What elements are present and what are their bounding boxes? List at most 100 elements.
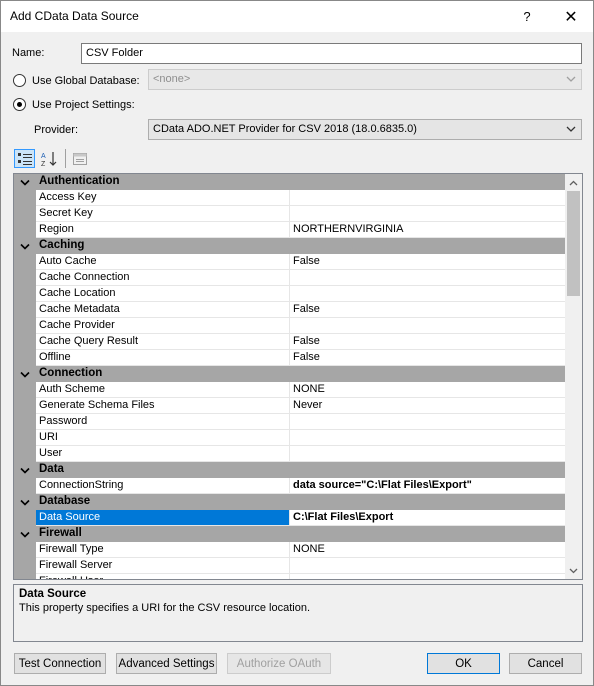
property-row[interactable]: Cache Location bbox=[14, 286, 565, 302]
collapse-toggle[interactable] bbox=[14, 238, 36, 254]
property-name[interactable]: Offline bbox=[36, 350, 290, 366]
collapse-toggle[interactable] bbox=[14, 366, 36, 382]
property-name[interactable]: URI bbox=[36, 430, 290, 446]
property-row[interactable]: Cache Provider bbox=[14, 318, 565, 334]
row-gutter bbox=[14, 398, 36, 414]
category-row[interactable]: Connection bbox=[14, 366, 565, 382]
cancel-button[interactable]: Cancel bbox=[509, 653, 582, 674]
property-value[interactable] bbox=[290, 558, 565, 574]
property-value[interactable] bbox=[290, 318, 565, 334]
property-name[interactable]: Firewall User bbox=[36, 574, 290, 579]
ok-button[interactable]: OK bbox=[427, 653, 500, 674]
collapse-toggle[interactable] bbox=[14, 494, 36, 510]
use-project-settings-radio[interactable] bbox=[13, 98, 26, 111]
property-row[interactable]: ConnectionString data source="C:\Flat Fil… bbox=[14, 478, 565, 494]
property-row[interactable]: Secret Key bbox=[14, 206, 565, 222]
property-row[interactable]: User bbox=[14, 446, 565, 462]
collapse-toggle[interactable] bbox=[14, 462, 36, 478]
vertical-scrollbar[interactable] bbox=[565, 174, 582, 579]
scroll-up-button[interactable] bbox=[565, 174, 582, 191]
collapse-toggle[interactable] bbox=[14, 526, 36, 542]
property-row[interactable]: Auth Scheme NONE bbox=[14, 382, 565, 398]
help-icon: ? bbox=[523, 9, 531, 24]
category-name: Database bbox=[39, 495, 91, 507]
property-value[interactable]: False bbox=[290, 334, 565, 350]
property-name[interactable]: Firewall Server bbox=[36, 558, 290, 574]
property-value[interactable] bbox=[290, 286, 565, 302]
property-value[interactable]: NORTHERNVIRGINIA bbox=[290, 222, 565, 238]
property-row[interactable]: Data Source C:\Flat Files\Export bbox=[14, 510, 565, 526]
property-value[interactable]: NONE bbox=[290, 382, 565, 398]
property-name[interactable]: Generate Schema Files bbox=[36, 398, 290, 414]
provider-label: Provider: bbox=[34, 124, 79, 136]
property-value[interactable]: data source="C:\Flat Files\Export" bbox=[290, 478, 565, 494]
property-row[interactable]: Cache Connection bbox=[14, 270, 565, 286]
category-row[interactable]: Database bbox=[14, 494, 565, 510]
property-name[interactable]: Cache Metadata bbox=[36, 302, 290, 318]
property-name[interactable]: Firewall Type bbox=[36, 542, 290, 558]
property-value[interactable]: Never bbox=[290, 398, 565, 414]
global-database-select[interactable]: <none> bbox=[148, 69, 582, 90]
scroll-thumb[interactable] bbox=[567, 191, 580, 296]
use-global-database-radio[interactable] bbox=[13, 74, 26, 87]
property-value[interactable] bbox=[290, 206, 565, 222]
category-row[interactable]: Data bbox=[14, 462, 565, 478]
property-name[interactable]: Secret Key bbox=[36, 206, 290, 222]
row-gutter bbox=[14, 382, 36, 398]
property-name[interactable]: Cache Connection bbox=[36, 270, 290, 286]
property-value[interactable]: False bbox=[290, 350, 565, 366]
chevron-down-icon bbox=[569, 568, 578, 573]
property-row[interactable]: Cache Metadata False bbox=[14, 302, 565, 318]
property-name[interactable]: ConnectionString bbox=[36, 478, 290, 494]
property-value[interactable] bbox=[290, 574, 565, 579]
provider-select[interactable]: CData ADO.NET Provider for CSV 2018 (18.… bbox=[148, 119, 582, 140]
property-name[interactable]: Region bbox=[36, 222, 290, 238]
property-row[interactable]: Firewall Type NONE bbox=[14, 542, 565, 558]
property-value[interactable]: False bbox=[290, 254, 565, 270]
authorize-oauth-button[interactable]: Authorize OAuth bbox=[227, 653, 331, 674]
close-button[interactable]: ✕ bbox=[549, 1, 593, 32]
property-row[interactable]: Cache Query Result False bbox=[14, 334, 565, 350]
name-label: Name: bbox=[12, 47, 45, 59]
property-value[interactable] bbox=[290, 414, 565, 430]
property-name[interactable]: Cache Location bbox=[36, 286, 290, 302]
property-grid[interactable]: Authentication Access Key Secret Key Region… bbox=[13, 173, 583, 580]
property-value[interactable]: C:\Flat Files\Export bbox=[290, 510, 565, 526]
property-name[interactable]: Cache Query Result bbox=[36, 334, 290, 350]
property-value[interactable] bbox=[290, 270, 565, 286]
property-value[interactable]: NONE bbox=[290, 542, 565, 558]
property-value[interactable] bbox=[290, 446, 565, 462]
property-name[interactable]: Auth Scheme bbox=[36, 382, 290, 398]
property-pages-button[interactable] bbox=[69, 149, 90, 168]
alphabetical-button[interactable]: A Z bbox=[38, 149, 59, 168]
property-row[interactable]: URI bbox=[14, 430, 565, 446]
property-name[interactable]: Cache Provider bbox=[36, 318, 290, 334]
property-name[interactable]: Access Key bbox=[36, 190, 290, 206]
scroll-down-button[interactable] bbox=[565, 562, 582, 579]
property-row[interactable]: Generate Schema Files Never bbox=[14, 398, 565, 414]
category-row[interactable]: Caching bbox=[14, 238, 565, 254]
property-row[interactable]: Region NORTHERNVIRGINIA bbox=[14, 222, 565, 238]
property-row[interactable]: Firewall Server bbox=[14, 558, 565, 574]
name-field[interactable]: CSV Folder bbox=[81, 43, 582, 64]
property-row[interactable]: Access Key bbox=[14, 190, 565, 206]
categorized-button[interactable] bbox=[14, 149, 35, 168]
collapse-toggle[interactable] bbox=[14, 174, 36, 190]
help-button[interactable]: ? bbox=[505, 1, 549, 32]
category-row[interactable]: Firewall bbox=[14, 526, 565, 542]
test-connection-button[interactable]: Test Connection bbox=[14, 653, 106, 674]
property-value[interactable]: False bbox=[290, 302, 565, 318]
category-row[interactable]: Authentication bbox=[14, 174, 565, 190]
property-value[interactable] bbox=[290, 430, 565, 446]
property-row[interactable]: Auto Cache False bbox=[14, 254, 565, 270]
property-name[interactable]: Data Source bbox=[36, 510, 290, 526]
property-name[interactable]: User bbox=[36, 446, 290, 462]
row-gutter bbox=[14, 478, 36, 494]
property-name[interactable]: Auto Cache bbox=[36, 254, 290, 270]
property-row[interactable]: Password bbox=[14, 414, 565, 430]
property-row[interactable]: Firewall User bbox=[14, 574, 565, 579]
property-name[interactable]: Password bbox=[36, 414, 290, 430]
advanced-settings-button[interactable]: Advanced Settings bbox=[116, 653, 217, 674]
property-row[interactable]: Offline False bbox=[14, 350, 565, 366]
property-value[interactable] bbox=[290, 190, 565, 206]
